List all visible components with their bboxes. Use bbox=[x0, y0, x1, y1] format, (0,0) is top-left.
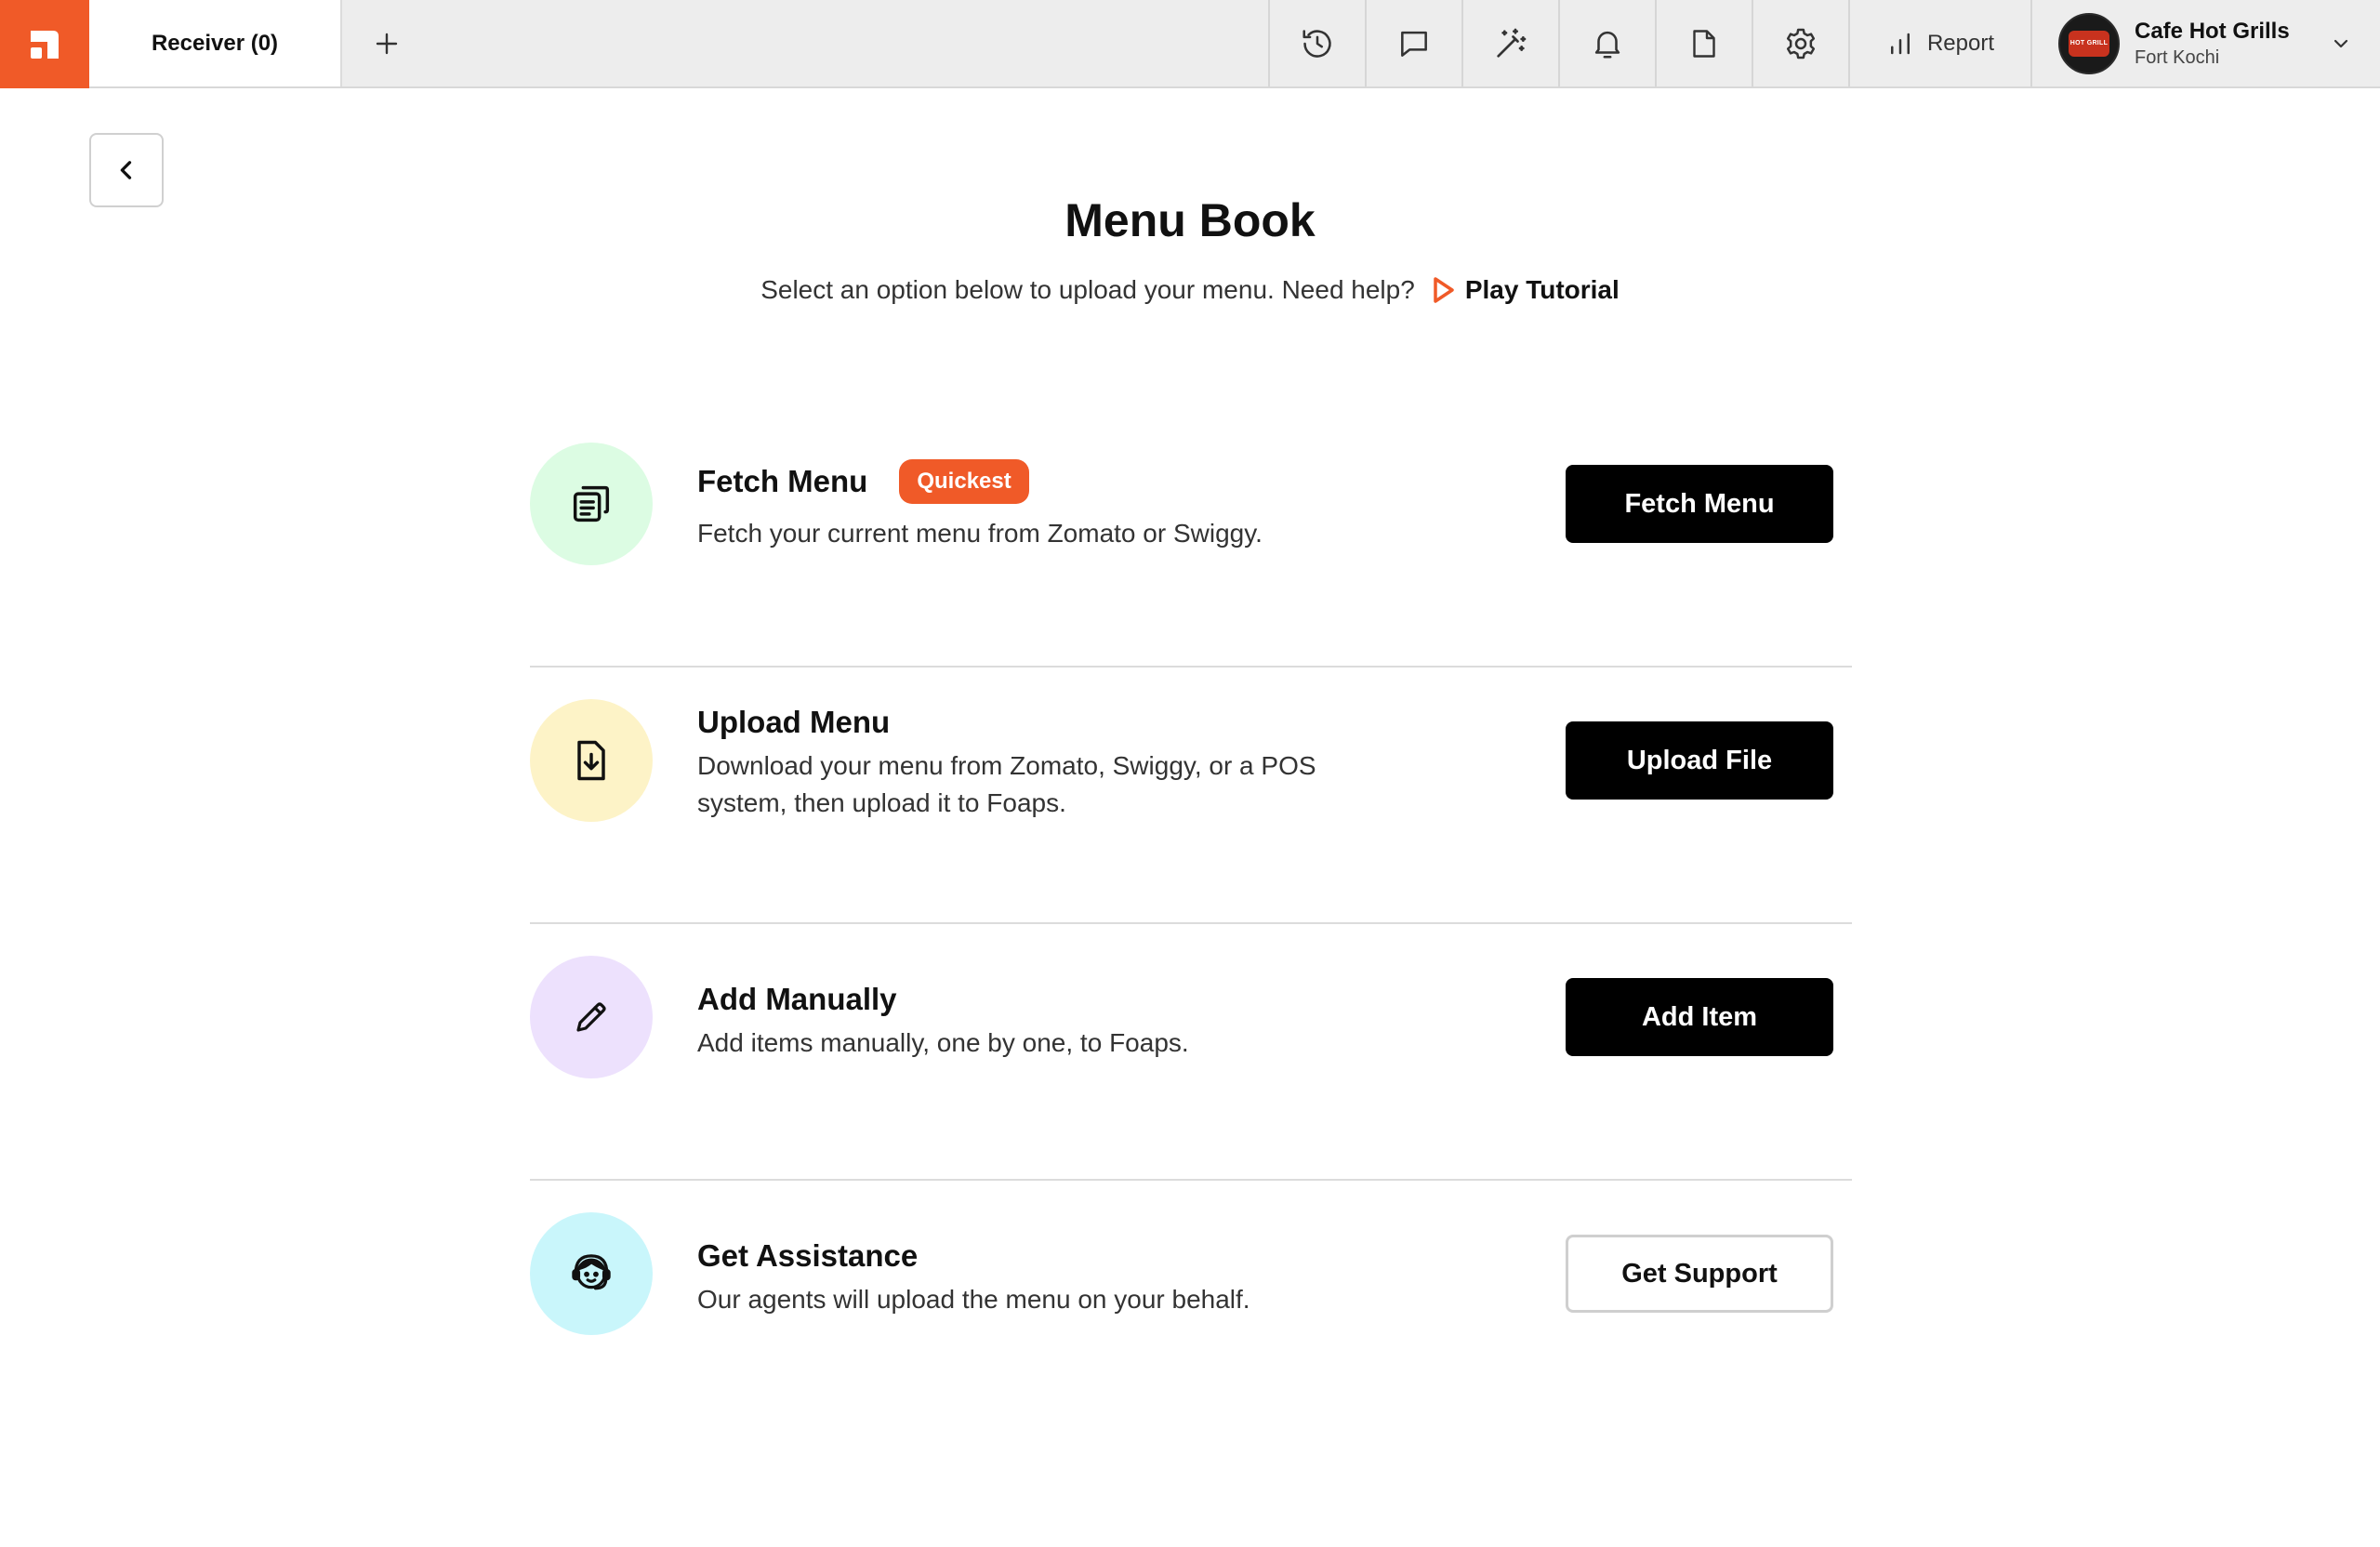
pencil-icon bbox=[576, 1002, 606, 1032]
upload-menu-icon-circle bbox=[530, 699, 653, 822]
report-label: Report bbox=[1926, 30, 1995, 56]
option-description: Fetch your current menu from Zomato or S… bbox=[697, 519, 1263, 548]
option-get-assistance: Get Assistance Our agents will upload th… bbox=[530, 1181, 1852, 1437]
notifications-button[interactable] bbox=[1558, 0, 1655, 86]
profile-location: Fort Kochi bbox=[2135, 46, 2220, 68]
play-icon bbox=[1434, 277, 1454, 303]
add-item-button[interactable]: Add Item bbox=[1566, 978, 1833, 1056]
menu-list-icon bbox=[573, 485, 610, 522]
document-icon bbox=[1693, 29, 1715, 58]
bar-chart-icon bbox=[1890, 33, 1910, 54]
app-logo-icon bbox=[31, 30, 59, 59]
restaurant-logo: HOT GRILL bbox=[2069, 30, 2109, 57]
play-tutorial-label: Play Tutorial bbox=[1464, 275, 1620, 304]
plus-icon bbox=[376, 33, 398, 54]
fetch-menu-icon-circle bbox=[530, 443, 653, 565]
play-tutorial-link[interactable]: Play Tutorial bbox=[1432, 275, 1620, 305]
add-manually-icon-circle bbox=[530, 956, 653, 1078]
page-subtitle: Select an option below to upload your me… bbox=[0, 275, 2380, 305]
top-bar: Receiver (0) Report HOT GRILL Cafe Hot G… bbox=[0, 0, 2380, 88]
support-agent-icon bbox=[572, 1254, 611, 1290]
option-description: Download your menu from Zomato, Swiggy, … bbox=[697, 751, 1316, 817]
option-fetch-menu: Fetch Menu Quickest Fetch your current m… bbox=[530, 411, 1852, 668]
option-title: Add Manually bbox=[697, 982, 897, 1016]
upload-options-list: Fetch Menu Quickest Fetch your current m… bbox=[530, 411, 1852, 1437]
subtitle-text: Select an option below to upload your me… bbox=[760, 275, 1415, 304]
documents-button[interactable] bbox=[1655, 0, 1752, 86]
magic-wand-icon bbox=[1497, 28, 1527, 58]
profile-switcher[interactable]: HOT GRILL Cafe Hot Grills Fort Kochi bbox=[2030, 0, 2380, 86]
magic-button[interactable] bbox=[1461, 0, 1558, 86]
option-title: Get Assistance bbox=[697, 1238, 919, 1273]
gear-icon bbox=[1786, 28, 1816, 59]
add-tab-button[interactable] bbox=[342, 0, 431, 86]
report-button[interactable]: Report bbox=[1848, 0, 2030, 86]
chevron-down-icon bbox=[2334, 39, 2348, 47]
bell-icon bbox=[1594, 31, 1620, 59]
settings-button[interactable] bbox=[1752, 0, 1848, 86]
tab-receiver-label: Receiver (0) bbox=[151, 30, 279, 56]
option-description: Our agents will upload the menu on your … bbox=[697, 1285, 1250, 1314]
chat-icon bbox=[1401, 31, 1427, 57]
tab-receiver[interactable]: Receiver (0) bbox=[89, 0, 342, 86]
option-title: Fetch Menu bbox=[697, 464, 868, 498]
get-assistance-icon-circle bbox=[530, 1212, 653, 1335]
profile-name: Cafe Hot Grills bbox=[2135, 18, 2290, 44]
option-title: Upload Menu bbox=[697, 705, 891, 739]
chat-button[interactable] bbox=[1365, 0, 1461, 86]
upload-file-button[interactable]: Upload File bbox=[1566, 721, 1833, 800]
app-logo[interactable] bbox=[0, 0, 89, 88]
get-support-button[interactable]: Get Support bbox=[1566, 1235, 1833, 1313]
quickest-badge: Quickest bbox=[899, 459, 1029, 504]
option-add-manually: Add Manually Add items manually, one by … bbox=[530, 924, 1852, 1181]
history-icon bbox=[1302, 29, 1331, 58]
chevron-left-icon bbox=[120, 161, 132, 179]
page-title: Menu Book bbox=[1064, 194, 1316, 246]
fetch-menu-button[interactable]: Fetch Menu bbox=[1566, 465, 1833, 543]
option-description: Add items manually, one by one, to Foaps… bbox=[697, 1028, 1189, 1057]
avatar: HOT GRILL bbox=[2058, 12, 2120, 74]
history-button[interactable] bbox=[1268, 0, 1365, 86]
file-download-icon bbox=[577, 740, 605, 781]
option-upload-menu: Upload Menu Download your menu from Zoma… bbox=[530, 668, 1852, 924]
